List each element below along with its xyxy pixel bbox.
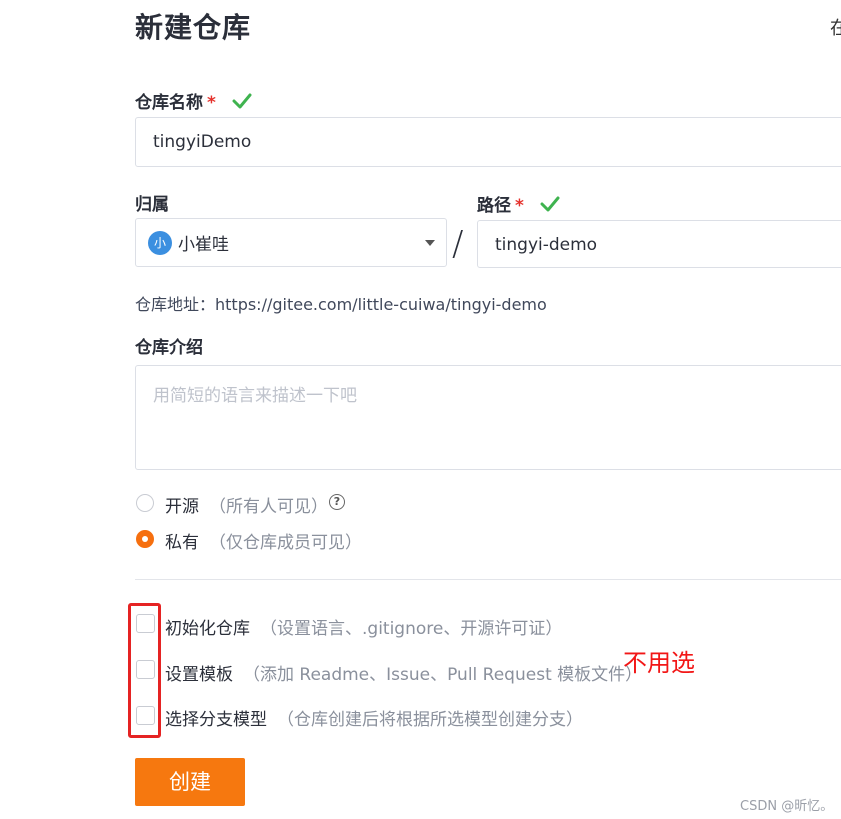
init-repo-hint: （设置语言、.gitignore、开源许可证） [260, 619, 563, 639]
chevron-down-icon[interactable] [425, 240, 435, 246]
repo-name-input[interactable]: tingyiDemo [135, 117, 841, 167]
option-public-label: 开源 [165, 497, 199, 517]
check-icon [232, 93, 252, 114]
branch-model-option[interactable]: 选择分支模型 （仓库创建后将根据所选模型创建分支） [165, 705, 583, 730]
option-public[interactable]: 开源 （所有人可见） [165, 492, 328, 517]
path-input[interactable]: tingyi-demo [477, 220, 841, 268]
owner-label: 归属 [135, 195, 169, 215]
option-private[interactable]: 私有 （仅仓库成员可见） [165, 528, 362, 553]
repo-name-label: 仓库名称 * [135, 88, 252, 114]
description-label: 仓库介绍 [135, 338, 203, 358]
path-label: 路径 * [477, 191, 560, 217]
page-title: 新建仓库 [135, 11, 252, 44]
radio-public[interactable] [136, 494, 154, 512]
help-icon[interactable]: ? [329, 494, 345, 510]
option-public-hint: （所有人可见） [209, 497, 328, 517]
template-option[interactable]: 设置模板 （添加 Readme、Issue、Pull Request 模板文件） [165, 660, 642, 685]
avatar: 小 [148, 231, 172, 255]
watermark: CSDN @昕忆。 [740, 799, 834, 814]
path-value: tingyi-demo [495, 235, 598, 255]
init-repo-option[interactable]: 初始化仓库 （设置语言、.gitignore、开源许可证） [165, 614, 562, 639]
template-hint: （添加 Readme、Issue、Pull Request 模板文件） [243, 665, 643, 685]
path-label-text: 路径 [477, 196, 511, 216]
owner-selected-value: 小崔哇 [178, 235, 229, 255]
branch-model-label: 选择分支模型 [165, 710, 267, 730]
repo-name-value: tingyiDemo [153, 132, 252, 152]
annotation-frame [128, 603, 161, 738]
description-placeholder: 用简短的语言来描述一下吧 [153, 386, 357, 406]
annotation-text: 不用选 [623, 649, 695, 677]
required-mark: * [207, 93, 216, 113]
required-mark: * [515, 196, 524, 216]
branch-model-hint: （仓库创建后将根据所选模型创建分支） [277, 710, 583, 730]
divider [135, 579, 841, 580]
radio-private[interactable] [136, 530, 154, 548]
repo-name-label-text: 仓库名称 [135, 93, 203, 113]
init-repo-label: 初始化仓库 [165, 619, 250, 639]
option-private-label: 私有 [165, 533, 199, 553]
template-label: 设置模板 [165, 665, 233, 685]
repo-url: 仓库地址：https://gitee.com/little-cuiwa/ting… [135, 295, 547, 314]
check-icon [540, 196, 560, 217]
path-separator: / [452, 224, 464, 264]
option-private-hint: （仅仓库成员可见） [209, 533, 362, 553]
create-button[interactable]: 创建 [135, 758, 245, 806]
description-textarea[interactable]: 用简短的语言来描述一下吧 [135, 365, 841, 470]
truncated-header-text: 在 [830, 18, 841, 39]
